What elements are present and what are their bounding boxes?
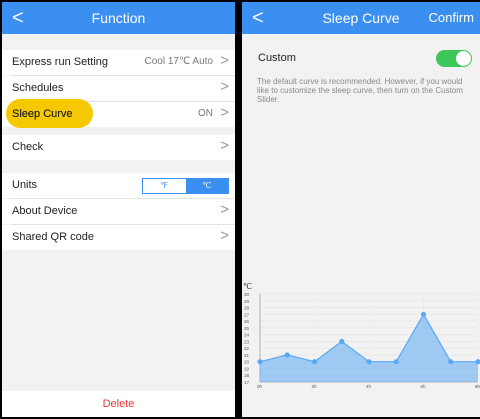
- units-item: Units ℉ ℃: [2, 173, 235, 198]
- sleep-curve-label: Sleep Curve: [12, 108, 73, 120]
- x-tick-label: 2h: [312, 384, 318, 389]
- curve-point[interactable]: [339, 338, 345, 344]
- y-tick-label: 29: [244, 299, 250, 304]
- fahrenheit-option[interactable]: ℉: [143, 179, 186, 193]
- sleep-curve-value: ON: [198, 108, 213, 119]
- curve-point[interactable]: [257, 359, 263, 365]
- chevron-right-icon: >: [220, 52, 229, 69]
- y-tick-label: 20: [244, 360, 250, 365]
- celsius-option[interactable]: ℃: [185, 179, 228, 193]
- curve-point[interactable]: [448, 359, 454, 365]
- nav-bar: < Sleep Curve Confirm: [242, 2, 480, 34]
- units-label: Units: [12, 179, 38, 191]
- y-tick-label: 17: [244, 380, 250, 385]
- express-run-value: Cool 17℃ Auto: [144, 56, 214, 67]
- toggle-knob: [456, 51, 471, 66]
- x-tick-label: 4h: [366, 384, 372, 389]
- custom-toggle[interactable]: [436, 50, 472, 67]
- y-tick-label: 30: [244, 292, 250, 297]
- y-tick-label: 26: [244, 319, 250, 324]
- units-toggle[interactable]: ℉ ℃: [142, 178, 229, 194]
- y-tick-label: 18: [244, 373, 250, 378]
- x-tick-label: 6h: [421, 384, 427, 389]
- x-tick-labels: 0h 2h 4h 6h 8h: [257, 384, 480, 389]
- delete-button[interactable]: Delete: [2, 391, 235, 417]
- custom-item: Custom: [242, 46, 480, 71]
- chevron-right-icon: >: [220, 227, 229, 244]
- y-tick-label: 22: [244, 346, 250, 351]
- curve-point[interactable]: [420, 311, 427, 317]
- chevron-right-icon: >: [220, 78, 229, 95]
- y-tick-label: 28: [244, 306, 250, 311]
- curve-point[interactable]: [311, 359, 318, 365]
- y-axis-label: ℃: [243, 282, 252, 291]
- express-run-setting-item[interactable]: Express run Setting Cool 17℃ Auto >: [2, 50, 235, 75]
- chevron-right-icon: >: [220, 137, 229, 154]
- y-tick-labels: 3029282726252423222120191817: [244, 292, 250, 385]
- about-device-label: About Device: [12, 205, 78, 217]
- about-device-item[interactable]: About Device >: [2, 199, 235, 224]
- y-tick-label: 19: [244, 366, 250, 371]
- schedules-label: Schedules: [12, 82, 64, 94]
- nav-bar: < Function: [2, 2, 235, 34]
- x-tick-label: 0h: [257, 384, 263, 389]
- y-tick-label: 25: [244, 326, 250, 331]
- y-tick-label: 23: [244, 339, 250, 344]
- description-text: The default curve is recommended. Howeve…: [257, 77, 463, 104]
- custom-label: Custom: [258, 52, 296, 64]
- y-tick-label: 24: [244, 333, 250, 338]
- check-label: Check: [12, 141, 44, 153]
- chevron-right-icon: >: [220, 104, 229, 121]
- chevron-right-icon: >: [220, 201, 229, 218]
- curve-point[interactable]: [284, 352, 290, 358]
- y-tick-label: 21: [244, 353, 250, 358]
- page-title: Function: [91, 10, 146, 26]
- shared-qr-code-item[interactable]: Shared QR code >: [2, 225, 235, 250]
- x-tick-label: 8h: [475, 384, 480, 389]
- sleep-curve-screen: < Sleep Curve Confirm Custom The default…: [242, 2, 480, 417]
- sleep-curve-chart[interactable]: ℃ 3029282726252423222120191817 0h 2h 4h 6h 8…: [242, 282, 480, 402]
- function-screen: < Function Express run Setting Cool 17℃ …: [2, 2, 235, 417]
- curve-point[interactable]: [366, 359, 372, 365]
- express-run-label: Express run Setting: [12, 56, 108, 68]
- shared-qr-label: Shared QR code: [12, 231, 94, 243]
- schedules-item[interactable]: Schedules >: [2, 76, 235, 101]
- y-tick-label: 27: [244, 312, 250, 317]
- confirm-button[interactable]: Confirm: [428, 10, 474, 25]
- curve-point[interactable]: [393, 359, 399, 365]
- check-item[interactable]: Check >: [2, 135, 235, 160]
